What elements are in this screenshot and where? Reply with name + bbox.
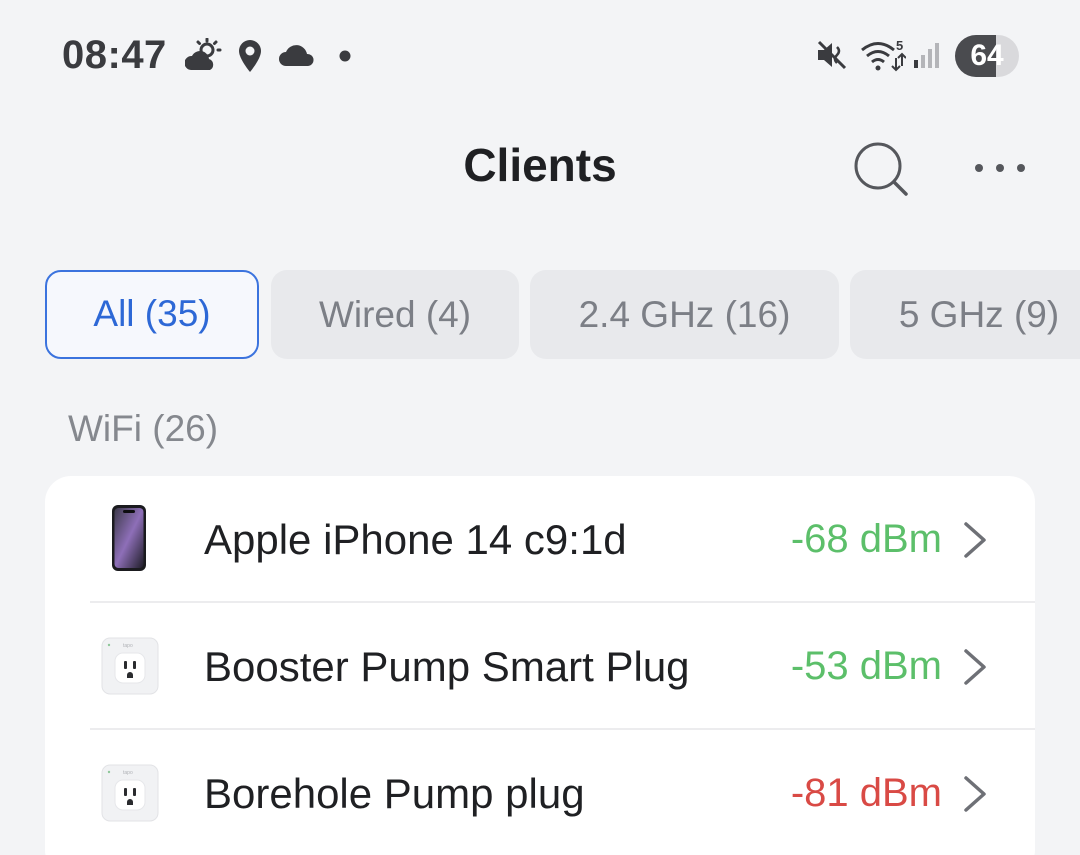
vibrate-mute-icon bbox=[815, 38, 849, 77]
client-signal: -68 dBm bbox=[790, 517, 942, 561]
iphone-icon bbox=[111, 504, 147, 577]
tab-wired[interactable]: Wired (4) bbox=[271, 270, 519, 359]
battery-level: 64 bbox=[970, 39, 1004, 72]
client-list: Apple iPhone 14 c9:1d -68 dBm tapo Boost… bbox=[45, 476, 1035, 855]
battery-indicator: 64 bbox=[955, 35, 1019, 77]
smart-plug-icon: tapo bbox=[101, 764, 159, 827]
client-row[interactable]: Apple iPhone 14 c9:1d -68 dBm bbox=[45, 476, 1035, 603]
page-title: Clients bbox=[463, 139, 617, 191]
status-bar: 08:47 5 64 bbox=[0, 0, 1080, 110]
wifi-5ghz-icon: 5 bbox=[860, 38, 907, 77]
section-header-wifi: WiFi (26) bbox=[68, 408, 219, 449]
chevron-right-icon bbox=[960, 520, 990, 565]
smart-plug-icon: tapo bbox=[101, 637, 159, 700]
svg-text:tapo: tapo bbox=[123, 643, 133, 649]
svg-text:tapo: tapo bbox=[123, 770, 133, 776]
clients-screen: 08:47 5 64 Clients All (35) Wired (4) 2.… bbox=[0, 0, 1080, 855]
more-options-button[interactable] bbox=[965, 150, 1035, 186]
client-name: Borehole Pump plug bbox=[204, 770, 585, 817]
cloud-icon bbox=[278, 42, 316, 73]
svg-text:5: 5 bbox=[896, 38, 903, 53]
client-row[interactable]: tapo Booster Pump Smart Plug -53 dBm bbox=[45, 603, 1035, 730]
weather-partly-cloudy-icon bbox=[184, 37, 223, 77]
chevron-right-icon bbox=[960, 647, 990, 692]
tab-2-4ghz[interactable]: 2.4 GHz (16) bbox=[530, 270, 839, 359]
chevron-right-icon bbox=[960, 774, 990, 819]
filter-tabs: All (35) Wired (4) 2.4 GHz (16) 5 GHz (9… bbox=[45, 270, 1080, 360]
location-pin-icon bbox=[236, 38, 264, 79]
client-row[interactable]: tapo Borehole Pump plug -81 dBm bbox=[45, 730, 1035, 855]
notification-dot-icon bbox=[339, 49, 351, 67]
tab-5ghz[interactable]: 5 GHz (9) bbox=[850, 270, 1080, 359]
cell-signal-icon bbox=[912, 40, 942, 75]
client-name: Apple iPhone 14 c9:1d bbox=[204, 516, 627, 563]
client-signal: -53 dBm bbox=[790, 644, 942, 688]
tab-all[interactable]: All (35) bbox=[45, 270, 259, 359]
client-name: Booster Pump Smart Plug bbox=[204, 643, 690, 690]
more-dots-icon bbox=[965, 164, 1035, 189]
client-signal: -81 dBm bbox=[790, 771, 942, 815]
status-time: 08:47 bbox=[62, 33, 167, 77]
search-icon bbox=[850, 142, 912, 203]
search-button[interactable] bbox=[850, 138, 912, 200]
